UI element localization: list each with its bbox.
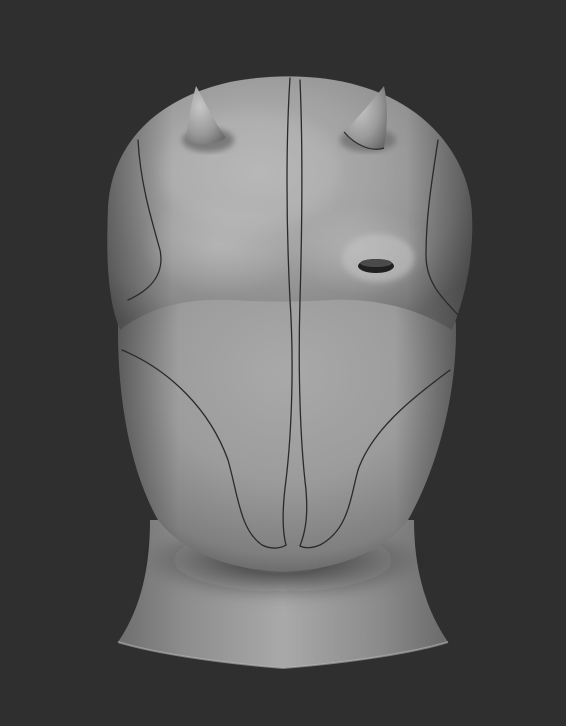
eye-socket bbox=[342, 234, 414, 282]
3d-viewport[interactable] bbox=[0, 0, 566, 726]
sculpt-render bbox=[107, 76, 473, 670]
